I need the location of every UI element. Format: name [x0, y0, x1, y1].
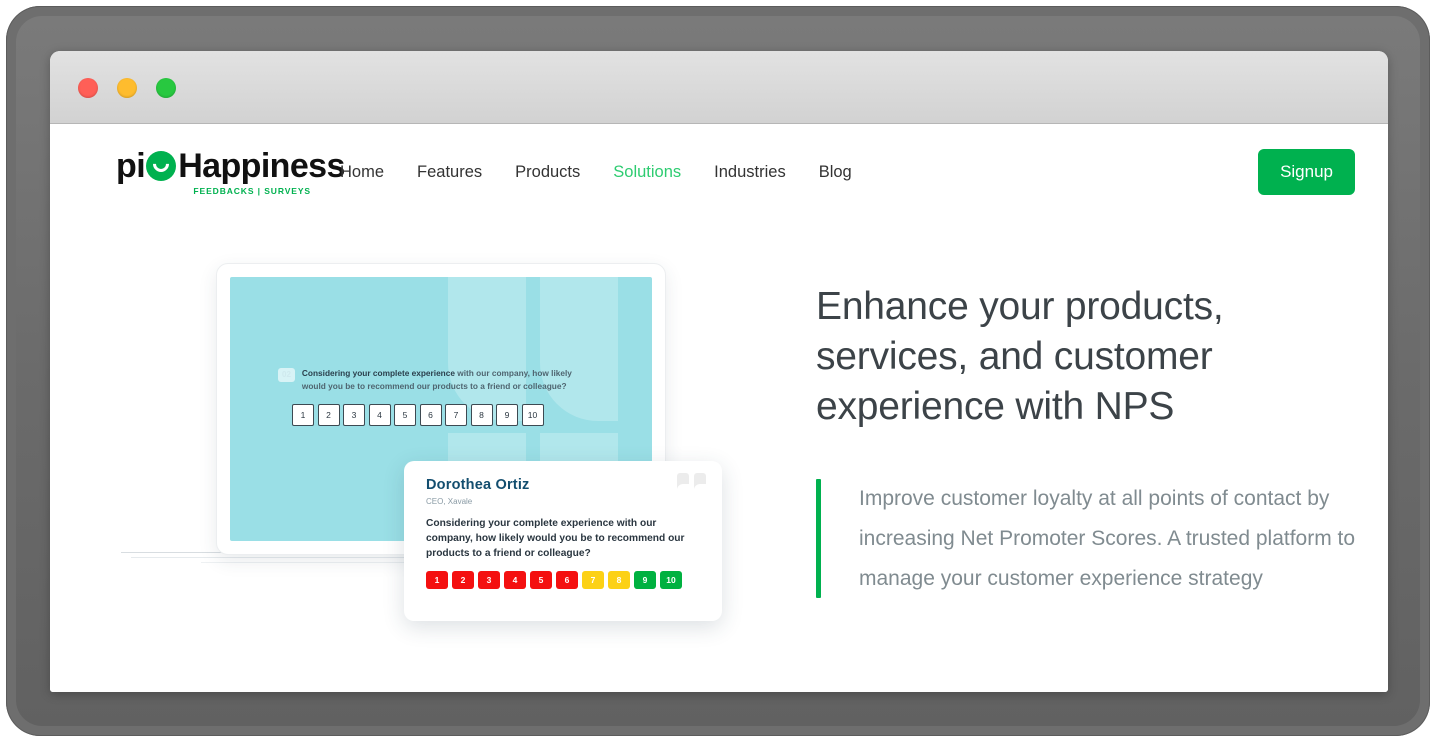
nav-item-blog[interactable]: Blog [819, 163, 852, 182]
rating-option[interactable]: 9 [496, 404, 518, 426]
testimonial-quote-text: Considering your complete experience wit… [426, 517, 700, 561]
rating-option[interactable]: 6 [420, 404, 442, 426]
logo-pi-text: pi [116, 149, 145, 183]
nps-option[interactable]: 3 [478, 571, 500, 589]
rating-option[interactable]: 5 [394, 404, 416, 426]
hero-copy: Enhance your products, services, and cus… [816, 220, 1376, 640]
close-button[interactable] [78, 78, 98, 98]
rating-option[interactable]: 10 [522, 404, 544, 426]
survey-rating-scale: 1 2 3 4 5 6 7 8 9 10 [292, 404, 578, 426]
smile-icon [146, 151, 176, 181]
nps-option[interactable]: 9 [634, 571, 656, 589]
browser-titlebar [50, 51, 1388, 124]
signup-button[interactable]: Signup [1258, 149, 1355, 195]
nps-option[interactable]: 2 [452, 571, 474, 589]
survey-question-row: 02 Considering your complete experience … [278, 367, 578, 393]
hero-visual: 02 Considering your complete experience … [116, 220, 816, 640]
nav-item-products[interactable]: Products [515, 163, 580, 182]
testimonial-author-name: Dorothea Ortiz [426, 477, 700, 493]
main-nav: Home Features Products Solutions Industr… [340, 163, 852, 182]
nps-option[interactable]: 7 [582, 571, 604, 589]
logo-tagline: FEEDBACKS | SURVEYS [193, 186, 311, 196]
rating-option[interactable]: 1 [292, 404, 314, 426]
nps-option[interactable]: 4 [504, 571, 526, 589]
nav-item-solutions[interactable]: Solutions [613, 163, 681, 182]
quote-icon [677, 473, 706, 495]
page-content: pi Happiness FEEDBACKS | SURVEYS Home Fe… [50, 124, 1388, 692]
hero-section: 02 Considering your complete experience … [50, 220, 1388, 640]
zoom-button[interactable] [156, 78, 176, 98]
page-title: Enhance your products, services, and cus… [816, 282, 1376, 432]
hero-subcopy: Improve customer loyalty at all points o… [821, 479, 1376, 599]
screenshot-root: pi Happiness FEEDBACKS | SURVEYS Home Fe… [0, 0, 1436, 746]
testimonial-card: Dorothea Ortiz CEO, Xavale Considering y… [404, 461, 722, 621]
survey-widget: 02 Considering your complete experience … [278, 367, 578, 426]
nps-option[interactable]: 6 [556, 571, 578, 589]
browser-window: pi Happiness FEEDBACKS | SURVEYS Home Fe… [50, 51, 1388, 692]
hero-subcopy-block: Improve customer loyalty at all points o… [816, 479, 1376, 599]
logo-wordmark: pi Happiness [116, 149, 312, 183]
minimize-button[interactable] [117, 78, 137, 98]
site-header: pi Happiness FEEDBACKS | SURVEYS Home Fe… [50, 124, 1388, 220]
logo-happiness-text: Happiness [178, 149, 345, 183]
nps-option[interactable]: 1 [426, 571, 448, 589]
question-number-badge: 02 [278, 368, 295, 382]
nps-option[interactable]: 10 [660, 571, 682, 589]
nps-option[interactable]: 5 [530, 571, 552, 589]
nav-item-features[interactable]: Features [417, 163, 482, 182]
site-logo[interactable]: pi Happiness FEEDBACKS | SURVEYS [116, 149, 312, 196]
survey-question-text: Considering your complete experience wit… [302, 367, 578, 393]
survey-question-emphasis: Considering your complete experience [302, 368, 455, 378]
rating-option[interactable]: 3 [343, 404, 365, 426]
testimonial-author-role: CEO, Xavale [426, 497, 700, 506]
nps-option[interactable]: 8 [608, 571, 630, 589]
nav-item-home[interactable]: Home [340, 163, 384, 182]
rating-option[interactable]: 2 [318, 404, 340, 426]
window-controls [78, 78, 176, 98]
nav-item-industries[interactable]: Industries [714, 163, 786, 182]
rating-option[interactable]: 8 [471, 404, 493, 426]
rating-option[interactable]: 4 [369, 404, 391, 426]
testimonial-nps-scale: 1 2 3 4 5 6 7 8 9 10 [426, 571, 700, 589]
rating-option[interactable]: 7 [445, 404, 467, 426]
